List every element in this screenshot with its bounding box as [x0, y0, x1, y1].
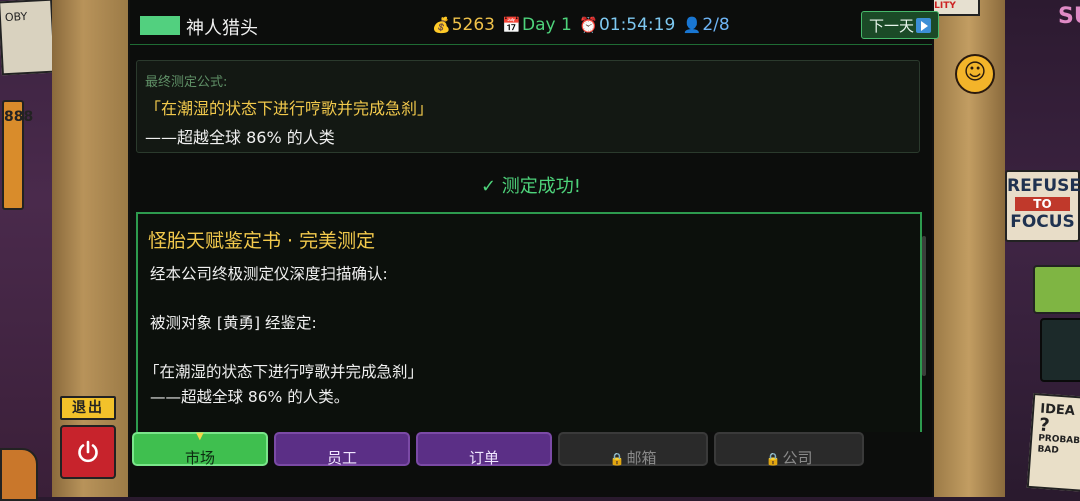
formula-result: ——超越全球 86% 的人类 [145, 128, 335, 147]
lock-icon: 🔒 [609, 452, 625, 466]
next-day-button[interactable]: 下一天 [861, 11, 939, 39]
company-title: 神人猎头 [186, 18, 258, 39]
background-monster-sign [1033, 265, 1080, 314]
background-paper-note: OBY [0, 0, 56, 76]
status-stats: 💰5263 📅Day 1 ⏰01:54:19 👤2/8 [432, 15, 730, 37]
exit-button[interactable] [60, 425, 116, 479]
background-bucket [0, 448, 38, 501]
formula-caption: 最终测定公式: [145, 75, 228, 90]
background-screen [1040, 318, 1080, 382]
background-pink-letters: SU [1058, 4, 1080, 29]
background-refuse-sign: REFUSE TO FOCUS [1005, 170, 1080, 242]
nav-company-button[interactable]: 🔒 公司 [714, 432, 864, 467]
certificate-intro: 经本公司终极测定仪深度扫描确认: [150, 265, 388, 283]
calendar-icon: 📅 [502, 16, 522, 34]
success-message: ✓ 测定成功! [480, 176, 582, 197]
company-badge [140, 16, 180, 35]
game-panel: 神人猎头 💰5263 📅Day 1 ⏰01:54:19 👤2/8 下一天 最终测… [128, 0, 939, 497]
certificate-title: 怪胎天赋鉴定书 · 完美测定 [148, 230, 376, 252]
certificate-result: ——超越全球 86% 的人类。 [150, 388, 350, 406]
selected-caret-icon: ▼ [196, 431, 204, 442]
nav-staff-button[interactable]: 员工 [274, 432, 410, 467]
certificate-subject: 被测对象 [黄勇] 经鉴定: [150, 314, 317, 332]
wooden-frame-left [52, 0, 133, 497]
formula-text: 「在潮湿的状态下进行哼歌并完成急刹」 [145, 99, 434, 118]
certificate-quote: 「在潮湿的状态下进行哼歌并完成急刹」 [144, 363, 424, 381]
formula-box: 最终测定公式: 「在潮湿的状态下进行哼歌并完成急刹」 ——超越全球 86% 的人… [136, 60, 920, 153]
day-stat: 📅Day 1 [502, 15, 572, 35]
nav-market-button[interactable]: ▼ 市场 [132, 431, 268, 467]
background-sign-888: 888 [2, 100, 33, 210]
exit-label: 退出 [60, 396, 116, 420]
time-stat: ⏰01:54:19 [579, 15, 676, 35]
nav-order-button[interactable]: 订单 [416, 432, 552, 467]
background-idea-sign: IDEA ? PROBABLY BAD [1026, 393, 1080, 492]
lock-icon: 🔒 [765, 452, 781, 466]
alarm-clock-icon: ⏰ [579, 16, 598, 34]
smiley-face-icon: ☺ [955, 54, 995, 94]
certificate-box: 怪胎天赋鉴定书 · 完美测定 经本公司终极测定仪深度扫描确认: 被测对象 [黄勇… [136, 212, 922, 432]
staff-stat: 👤2/8 [682, 15, 730, 35]
money-stat: 💰5263 [432, 15, 495, 35]
person-icon: 👤 [682, 16, 702, 34]
power-icon [78, 440, 98, 463]
nav-mail-button[interactable]: 🔒 邮箱 [558, 432, 708, 467]
play-icon [916, 18, 931, 33]
certificate-scrollbar[interactable] [922, 236, 926, 376]
top-bar: 神人猎头 💰5263 📅Day 1 ⏰01:54:19 👤2/8 下一天 [130, 0, 939, 45]
money-bag-icon: 💰 [432, 16, 451, 34]
